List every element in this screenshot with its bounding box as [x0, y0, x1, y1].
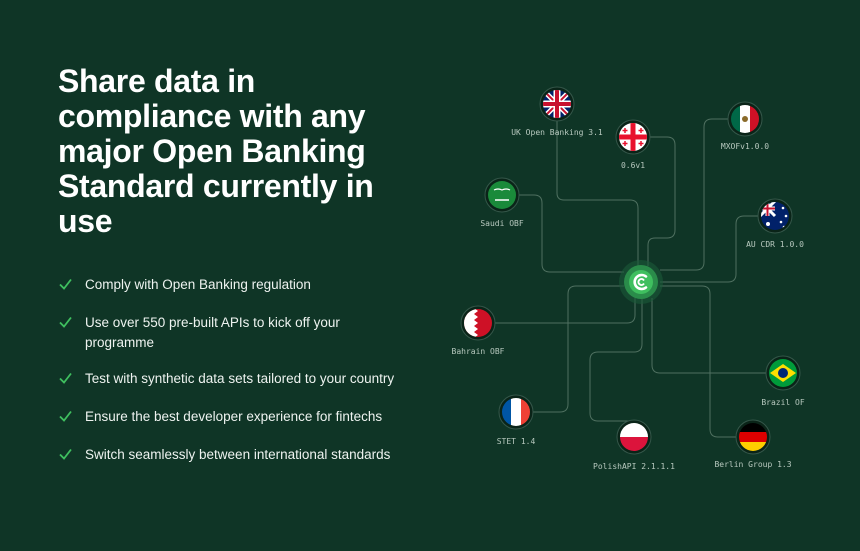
label-france: STET 1.4 [497, 437, 536, 446]
label-germany: Berlin Group 1.3 [714, 460, 791, 469]
headline: Share data in compliance with any major … [58, 63, 374, 239]
node-uk: UK Open Banking 3.1 [511, 86, 603, 137]
node-saudi: Saudi OBF [480, 177, 524, 228]
node-mexico: MXOFv1.0.0 [721, 101, 769, 151]
connector-saudi [518, 194, 624, 273]
feature-list: Comply with Open Banking regulation Use … [58, 275, 418, 465]
connector-poland [589, 298, 643, 422]
feature-text: Switch seamlessly between international … [85, 447, 391, 462]
checkmark-icon [59, 372, 72, 384]
connector-germany [660, 285, 737, 438]
feature-text: Test with synthetic data sets tailored t… [85, 371, 395, 386]
feature-item: Switch seamlessly between international … [58, 445, 418, 465]
connector-bahrain [494, 298, 636, 324]
node-georgia: 0.6v1 [615, 119, 651, 170]
label-mexico: MXOFv1.0.0 [721, 142, 769, 151]
standards-diagram: UK Open Banking 3.1 0.6v1 MXOFv1.0.0 Sau… [452, 86, 805, 471]
node-australia: AU CDR 1.0.0 [746, 198, 804, 249]
feature-text: Ensure the best developer experience for… [85, 409, 383, 424]
label-bahrain: Bahrain OBF [452, 347, 505, 356]
node-brazil: Brazil OF [761, 355, 805, 407]
node-poland: PolishAPI 2.1.1.1 [593, 419, 675, 471]
label-australia: AU CDR 1.0.0 [746, 240, 804, 249]
node-bahrain: Bahrain OBF [452, 305, 505, 356]
hub-logo [619, 260, 663, 304]
connector-georgia [647, 136, 676, 266]
label-brazil: Brazil OF [761, 398, 805, 407]
label-poland: PolishAPI 2.1.1.1 [593, 462, 675, 471]
feature-item: Use over 550 pre-built APIs to kick off … [58, 313, 418, 353]
checkmark-icon [59, 316, 72, 328]
node-germany: Berlin Group 1.3 [714, 419, 792, 469]
feature-item: Comply with Open Banking regulation [58, 275, 418, 295]
connector-mexico [660, 118, 729, 271]
feature-item: Ensure the best developer experience for… [58, 407, 418, 427]
connector-france [532, 285, 624, 413]
feature-text: Use over 550 pre-built APIs to kick off … [85, 315, 340, 350]
checkmark-icon [59, 448, 72, 460]
label-saudi: Saudi OBF [480, 219, 524, 228]
checkmark-icon [59, 410, 72, 422]
node-france: STET 1.4 [497, 394, 536, 446]
feature-text: Comply with Open Banking regulation [85, 277, 311, 292]
label-georgia: 0.6v1 [621, 161, 645, 170]
label-uk: UK Open Banking 3.1 [511, 128, 603, 137]
checkmark-icon [59, 278, 72, 290]
feature-item: Test with synthetic data sets tailored t… [58, 369, 418, 389]
